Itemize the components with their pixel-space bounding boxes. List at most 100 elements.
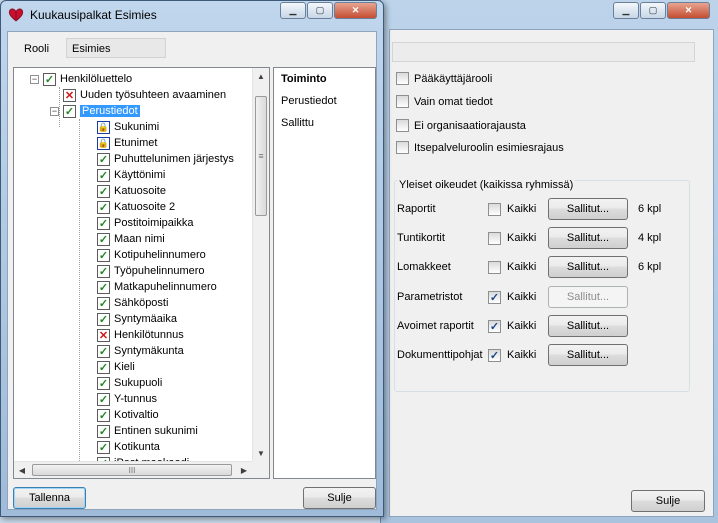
vertical-scrollbar[interactable]: ▲ ≡ ▼ [252,68,269,461]
allowed-button[interactable]: Sallitut... [548,286,628,308]
close-icon[interactable]: ✕ [334,2,377,19]
action-item[interactable]: Perustiedot [281,95,337,107]
tree-item[interactable]: ✓ Käyttönimi [84,167,165,183]
all-checkbox[interactable]: ✓ [488,290,501,304]
all-toggle[interactable]: ✓ Kaikki [488,319,548,333]
check-icon[interactable]: ✓ [97,376,110,390]
allowed-button[interactable]: Sallitut... [548,315,628,337]
maximize-icon[interactable]: ▢ [307,2,333,19]
action-list[interactable]: Toiminto Perustiedot Sallittu [273,67,376,479]
all-toggle[interactable]: ✓ Kaikki [488,348,548,362]
deny-icon[interactable]: ✕ [97,328,110,342]
tree-item[interactable]: ✕ Uuden työsuhteen avaaminen [50,87,226,103]
horizontal-scroll-thumb[interactable]: III [32,464,232,476]
check-icon[interactable]: ✓ [97,408,110,422]
all-toggle[interactable]: Kaikki [488,202,548,216]
tree-item[interactable]: ✓ Kotivaltio [84,407,159,423]
collapse-icon[interactable]: − [50,106,59,116]
all-checkbox[interactable] [488,231,501,245]
scroll-right-icon[interactable]: ▶ [236,462,252,478]
permission-tree[interactable]: − ✓ Henkilöluettelo ✕ Uuden työsuhteen avaam… [13,67,270,479]
tree-item[interactable]: ✓ Maan nimi [84,231,165,247]
close-button[interactable]: Sulje [631,490,705,512]
tree-item[interactable]: ✓ Matkapuhelinnumero [84,279,217,295]
tree-item[interactable]: ✓ Sukupuoli [84,375,162,391]
tree-item[interactable]: ✓ Kotipuhelinnumero [84,247,206,263]
tree-item[interactable]: ✕ Henkilötunnus [84,327,184,343]
horizontal-scrollbar[interactable]: ◀ III ▶ [14,461,252,478]
check-icon[interactable]: ✓ [97,440,110,454]
checkbox[interactable] [396,141,409,154]
check-icon[interactable]: ✓ [97,152,110,166]
all-toggle[interactable]: ✓ Kaikki [488,290,548,304]
allowed-button[interactable]: Sallitut... [548,198,628,220]
action-item[interactable]: Sallittu [281,117,314,129]
all-checkbox[interactable] [488,202,501,216]
checkbox[interactable] [396,119,409,132]
check-icon[interactable]: ✓ [97,392,110,406]
check-icon[interactable]: ✓ [97,216,110,230]
maximize-icon[interactable]: ▢ [640,2,666,19]
check-icon[interactable]: ✓ [97,312,110,326]
all-checkbox[interactable] [488,260,501,274]
role-label: Rooli [24,43,50,55]
tree-item[interactable]: ✓ Syntymäkunta [84,343,184,359]
tree-item[interactable]: ✓ Kieli [84,359,135,375]
allowed-button[interactable]: Sallitut... [548,227,628,249]
tree-item[interactable]: ✓ Työpuhelinnumero [84,263,205,279]
tree-item[interactable]: 🔒 Etunimet [84,135,157,151]
lock-icon[interactable]: 🔒 [97,136,110,150]
vertical-scroll-thumb[interactable]: ≡ [255,96,267,216]
check-icon[interactable]: ✓ [97,296,110,310]
all-toggle[interactable]: Kaikki [488,231,548,245]
tree-item[interactable]: − ✓ Perustiedot [50,103,140,119]
check-icon[interactable]: ✓ [97,424,110,438]
tree-item[interactable]: ✓ Postitoimipaikka [84,215,193,231]
deny-icon[interactable]: ✕ [63,88,76,102]
check-icon[interactable]: ✓ [63,104,76,118]
close-button[interactable]: Sulje [303,487,376,509]
check-icon[interactable]: ✓ [97,344,110,358]
minimize-icon[interactable]: ▁ [613,2,639,19]
scroll-down-icon[interactable]: ▼ [253,445,269,461]
tree-item[interactable]: ✓ Puhuttelunimen järjestys [84,151,234,167]
minimize-icon[interactable]: ▁ [280,2,306,19]
tree-item[interactable]: ✓ Kotikunta [84,439,160,455]
tree-item[interactable]: ✓ Y-tunnus [84,391,157,407]
close-icon[interactable]: ✕ [667,2,710,19]
all-checkbox[interactable]: ✓ [488,319,501,333]
check-icon[interactable]: ✓ [97,280,110,294]
tree-item[interactable]: ✓ Entinen sukunimi [84,423,198,439]
tree-item[interactable]: 🔒 Sukunimi [84,119,159,135]
allowed-button[interactable]: Sallitut... [548,256,628,278]
checkbox[interactable] [396,95,409,108]
check-icon[interactable]: ✓ [43,72,56,86]
tree-item[interactable]: − ✓ Henkilöluettelo [30,71,132,87]
check-icon[interactable]: ✓ [97,168,110,182]
save-button[interactable]: Tallenna [13,487,86,509]
check-icon[interactable]: ✓ [97,184,110,198]
lock-icon[interactable]: 🔒 [97,120,110,134]
tree-item[interactable]: ✓ Katuosoite 2 [84,199,175,215]
scroll-up-icon[interactable]: ▲ [253,68,269,84]
collapse-icon[interactable]: − [30,74,39,84]
check-icon[interactable]: ✓ [97,200,110,214]
tree-item[interactable]: ✓ Sähköposti [84,295,168,311]
check-ei-organisaatiorajausta[interactable]: Ei organisaatiorajausta [396,119,526,132]
all-toggle[interactable]: Kaikki [488,260,548,274]
title-bar[interactable]: Kuukausipalkat Esimies ▁ ▢ ✕ [1,1,383,29]
check-itsepalvelu-esimiesrajaus[interactable]: Itsepalveluroolin esimiesrajaus [396,141,564,154]
check-icon[interactable]: ✓ [97,264,110,278]
check-paakayttajarooli[interactable]: Pääkäyttäjärooli [396,72,492,85]
allowed-button[interactable]: Sallitut... [548,344,628,366]
all-checkbox[interactable]: ✓ [488,348,501,362]
tree-item[interactable]: ✓ Syntymäaika [84,311,177,327]
check-vain-omat-tiedot[interactable]: Vain omat tiedot [396,95,493,108]
check-icon[interactable]: ✓ [97,248,110,262]
checkbox[interactable] [396,72,409,85]
scroll-left-icon[interactable]: ◀ [14,462,30,478]
tree-item[interactable]: ✓ Katuosoite [84,183,166,199]
tree-item-label: Työpuhelinnumero [114,265,205,277]
check-icon[interactable]: ✓ [97,232,110,246]
check-icon[interactable]: ✓ [97,360,110,374]
